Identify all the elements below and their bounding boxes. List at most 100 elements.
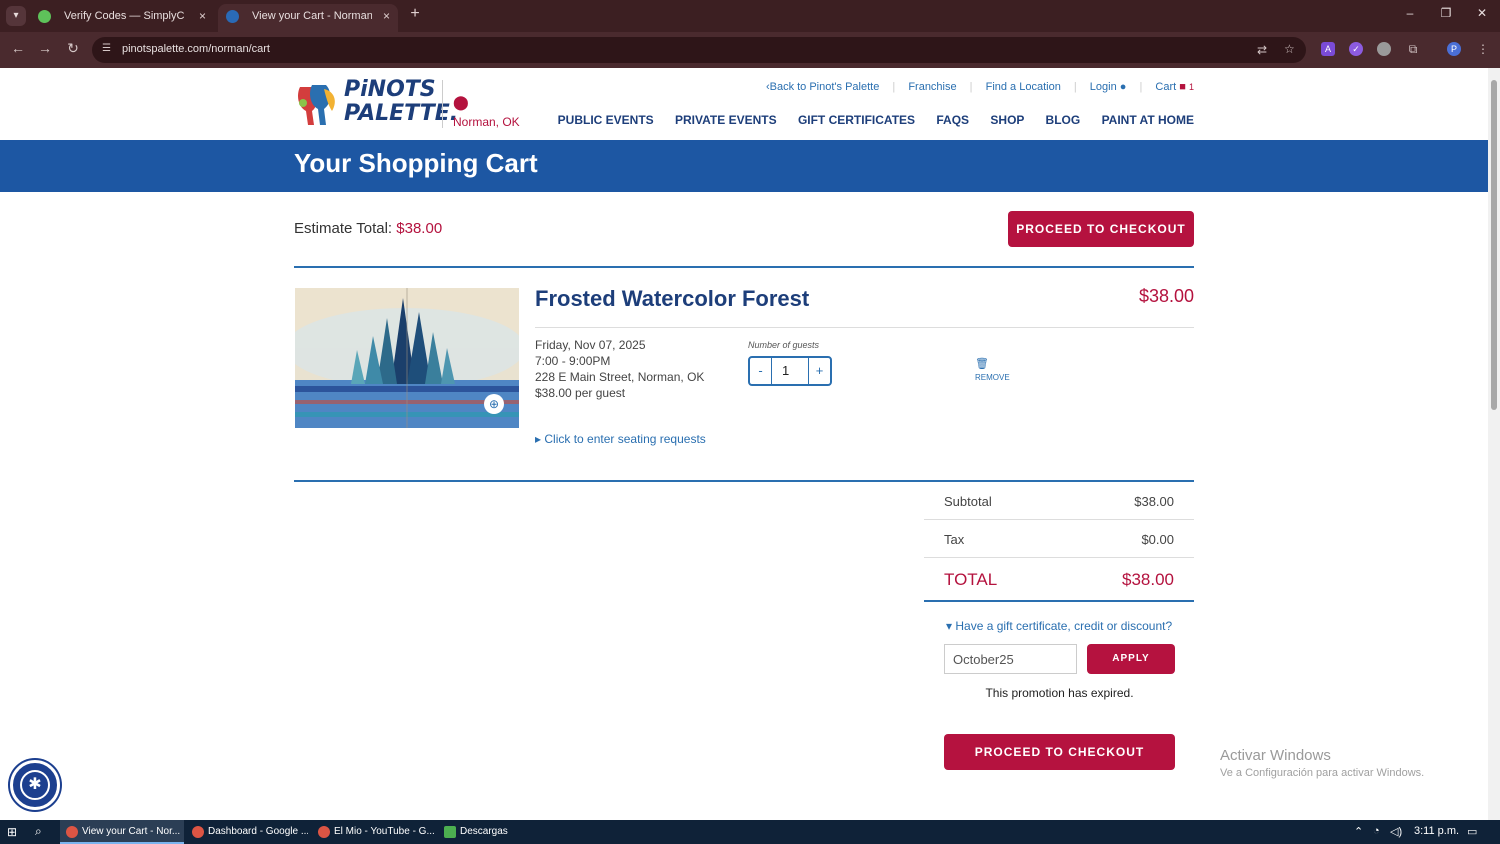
minimize-button[interactable]: – [1400, 6, 1420, 20]
browser-tab-simplycodes[interactable]: Verify Codes — SimplyCodes × [30, 4, 214, 32]
nav-shop[interactable]: SHOP [990, 113, 1024, 127]
close-window-button[interactable]: ✕ [1472, 6, 1492, 20]
page-scrollbar[interactable] [1488, 68, 1500, 820]
nav-faqs[interactable]: FAQS [936, 113, 969, 127]
discount-toggle[interactable]: ▾ Have a gift certificate, credit or dis… [946, 619, 1172, 633]
restore-button[interactable]: ❐ [1436, 6, 1456, 20]
divider: | [1073, 81, 1077, 93]
chrome-icon [192, 826, 204, 838]
user-icon[interactable]: ● [1120, 81, 1127, 93]
accessibility-icon: ✱ [20, 770, 50, 800]
nav-blog[interactable]: BLOG [1046, 113, 1081, 127]
main-nav: PUBLIC EVENTS PRIVATE EVENTS GIFT CERTIF… [540, 113, 1194, 127]
taskbar-item-label: El Mio - YouTube - G... [334, 826, 434, 837]
divider [294, 266, 1194, 268]
event-title[interactable]: Frosted Watercolor Forest [535, 286, 809, 312]
simplycodes-favicon-icon [38, 10, 51, 23]
guests-label: Number of guests [748, 340, 820, 350]
logo-divider [442, 80, 443, 128]
proceed-to-checkout-button-bottom[interactable]: PROCEED TO CHECKOUT [944, 734, 1175, 770]
taskbar-item-downloads[interactable]: Descargas [438, 820, 558, 844]
logo-line1: PiNOTS [344, 77, 436, 102]
download-icon [444, 826, 456, 838]
logo-line2: PALETTE. [344, 101, 459, 126]
seating-requests-toggle[interactable]: ▸ Click to enter seating requests [535, 432, 706, 446]
cart-icon[interactable]: ■ [1179, 81, 1186, 93]
estimate-value: $38.00 [396, 220, 443, 237]
decrease-guests-button[interactable]: - [750, 358, 772, 384]
top-links: ‹ Back to Pinot's Palette | Franchise | … [766, 81, 1194, 93]
tray-chevron-icon[interactable]: ⌃ [1354, 825, 1363, 838]
clock-time[interactable]: 3:11 p.m. [1414, 825, 1459, 837]
back-to-main-link[interactable]: Back to Pinot's Palette [770, 81, 880, 93]
location-name[interactable]: Norman, OK [453, 115, 520, 129]
nav-paint-at-home[interactable]: PAINT AT HOME [1102, 113, 1194, 127]
tab-close-icon[interactable]: × [383, 4, 390, 28]
wifi-icon[interactable]: ◔ [1373, 825, 1380, 837]
tab-search-dropdown-icon[interactable]: ▾ [6, 6, 26, 26]
taskbar-item-dashboard[interactable]: Dashboard - Google ... [186, 820, 308, 844]
divider: | [1139, 81, 1143, 93]
scrollbar-thumb[interactable] [1491, 80, 1497, 410]
tab-close-icon[interactable]: × [199, 4, 206, 28]
taskbar-item-cart[interactable]: View your Cart - Nor... [60, 820, 184, 844]
tab-title: Verify Codes — SimplyCodes [64, 10, 184, 22]
taskbar-item-youtube[interactable]: El Mio - YouTube - G... [312, 820, 434, 844]
pinots-palette-logo[interactable]: PiNOTS PALETTE. [294, 78, 458, 130]
extension-globe-icon[interactable] [1377, 42, 1391, 56]
windows-start-icon[interactable]: ⊞ [7, 825, 17, 839]
guests-input[interactable]: 1 [772, 358, 808, 384]
increase-guests-button[interactable]: + [808, 358, 830, 384]
remove-item-link[interactable]: REMOVE [975, 373, 1010, 382]
estimate-label: Estimate Total: [294, 220, 393, 237]
extension-check-icon[interactable]: ✓ [1349, 42, 1363, 56]
reload-icon[interactable]: ↻ [63, 40, 83, 57]
back-arrow-icon[interactable]: ← [8, 40, 28, 56]
page-banner: Your Shopping Cart [0, 140, 1488, 192]
taskbar-item-label: View your Cart - Nor... [82, 826, 181, 837]
apply-promo-button[interactable]: APPLY [1087, 644, 1175, 674]
forward-arrow-icon[interactable]: → [35, 40, 55, 56]
find-location-link[interactable]: Find a Location [986, 81, 1061, 93]
extensions-puzzle-icon[interactable]: ⧉ [1406, 42, 1420, 56]
bookmark-star-icon[interactable]: ☆ [1284, 42, 1295, 56]
zoom-icon[interactable]: ⊕ [484, 394, 504, 414]
new-tab-button[interactable]: + [406, 5, 424, 23]
tax-label: Tax [944, 532, 965, 547]
price-per-guest: $38.00 per guest [535, 386, 626, 400]
translate-icon[interactable]: ⇄ [1257, 43, 1267, 57]
extension-a-icon[interactable]: A [1321, 42, 1335, 56]
total-row: TOTAL $38.00 [924, 562, 1194, 602]
nav-private-events[interactable]: PRIVATE EVENTS [675, 113, 777, 127]
nav-gift-certificates[interactable]: GIFT CERTIFICATES [798, 113, 915, 127]
franchise-link[interactable]: Franchise [908, 81, 956, 93]
browser-menu-icon[interactable]: ⋮ [1476, 42, 1490, 56]
volume-icon[interactable]: ◁) [1390, 825, 1402, 838]
browser-tab-cart[interactable]: View your Cart - Norman Pinot × [218, 4, 398, 32]
logo-mark-icon [298, 85, 335, 125]
divider: | [892, 81, 896, 93]
address-bar[interactable]: ☰ pinotspalette.com/norman/cart ⇄ ☆ [92, 37, 1306, 63]
nav-public-events[interactable]: PUBLIC EVENTS [558, 113, 654, 127]
proceed-to-checkout-button[interactable]: PROCEED TO CHECKOUT [1008, 211, 1194, 247]
logo-wordmark: PiNOTS PALETTE. [344, 78, 458, 126]
notifications-icon[interactable]: ▭ [1467, 825, 1477, 838]
cart-link[interactable]: Cart [1155, 81, 1176, 93]
event-date: Friday, Nov 07, 2025 [535, 338, 646, 352]
promo-code-input[interactable]: October25 [944, 644, 1077, 674]
site-settings-icon[interactable]: ☰ [102, 43, 114, 55]
windows-taskbar: ⊞ ⌕ View your Cart - Nor... Dashboard - … [0, 820, 1500, 844]
subtotal-value: $38.00 [1134, 494, 1174, 509]
chrome-icon [66, 826, 78, 838]
login-link[interactable]: Login [1090, 81, 1117, 93]
taskbar-item-label: Descargas [460, 826, 508, 837]
guests-stepper: - 1 + [748, 356, 832, 386]
search-icon[interactable]: ⌕ [35, 824, 42, 839]
trash-icon[interactable]: 🗑 [975, 357, 989, 370]
accessibility-button[interactable]: ✱ [10, 760, 60, 810]
divider: | [969, 81, 973, 93]
tab-title: View your Cart - Norman Pinot [252, 10, 372, 22]
profile-avatar[interactable]: P [1447, 42, 1461, 56]
promo-status-message: This promotion has expired. [985, 686, 1134, 700]
tax-row: Tax $0.00 [924, 520, 1194, 558]
